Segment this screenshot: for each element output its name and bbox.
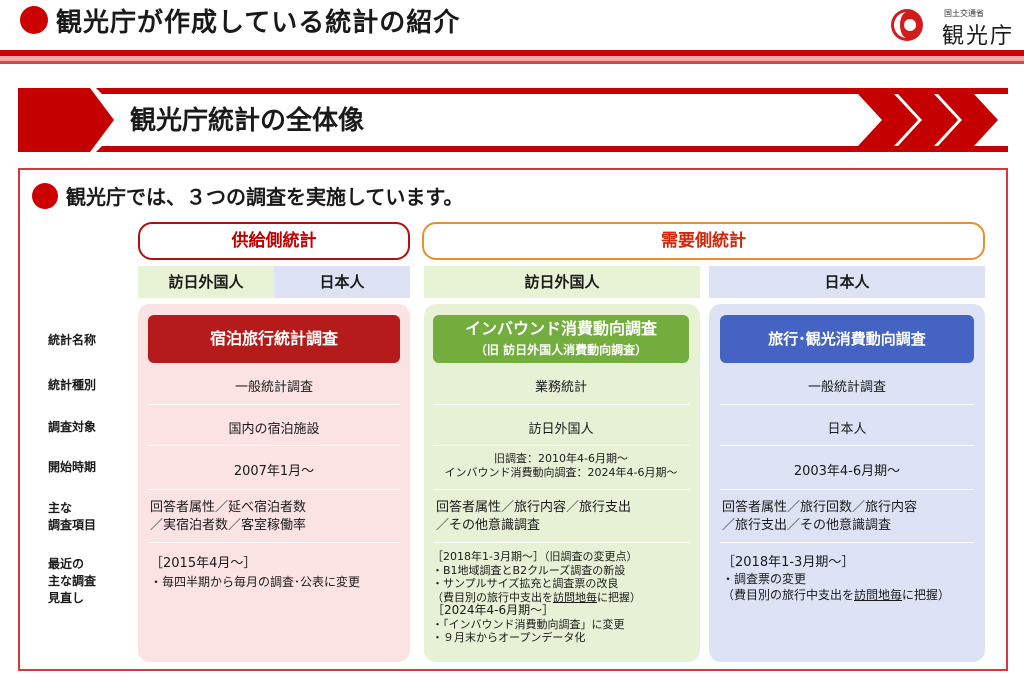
row-label-items-line: 主な: [48, 501, 73, 515]
review-text: に把握）: [597, 590, 641, 604]
supply-statistics-label: 供給側統計: [138, 222, 410, 260]
survey-name-inbound-former: （旧 訪日外国人消費動向調査）: [474, 343, 648, 357]
survey-review-line: ・サンプルサイズ拡充と調査票の改良: [432, 577, 619, 590]
row-label-items-line: 調査項目: [48, 518, 97, 532]
row-label-review-line: 最近の: [48, 557, 85, 571]
survey-start: 旧調査：2010年4-6月期～ インバウンド消費動向調査：2024年4-6月期～: [428, 452, 694, 480]
section-bullet: [32, 183, 58, 209]
row-label-type: 統計種別: [48, 378, 97, 392]
survey-review-line: ・B1地域調査とB2クルーズ調査の新設: [432, 563, 626, 577]
survey-items-line: ／実宿泊者数／客室稼働率: [150, 518, 307, 533]
row-divider: [433, 542, 689, 543]
row-divider: [148, 489, 400, 490]
review-text: （費目別の旅行中支出を: [432, 590, 553, 604]
survey-review-line: ［2018年1-3月期～］: [722, 555, 855, 570]
survey-review-line: （費目別の旅行中支出を訪問地毎に把握）: [432, 591, 696, 605]
row-label-name: 統計名称: [48, 333, 97, 347]
survey-review-line: ［2024年4-6月期～］: [432, 603, 555, 617]
survey-items-line: 回答者属性／旅行回数／旅行内容: [722, 500, 918, 515]
row-divider: [720, 542, 974, 543]
survey-items: 回答者属性／旅行内容／旅行支出 ／その他意識調査: [436, 499, 696, 535]
review-text-underlined: 訪問地毎: [553, 590, 597, 604]
row-divider: [720, 489, 974, 490]
row-label-review-line: 主な調査: [48, 574, 97, 588]
survey-target: 日本人: [827, 422, 867, 437]
subheader-inbound: 訪日外国人: [138, 266, 274, 298]
row-label-review-line: 見直し: [48, 591, 85, 605]
survey-review-line: ・９月末からオープンデータ化: [432, 631, 586, 644]
review-text-underlined: 訪問地毎: [854, 588, 903, 602]
row-label-items: 主な 調査項目: [48, 500, 96, 534]
page-title: 観光庁が作成している統計の紹介: [56, 8, 461, 38]
subheader-inbound: 訪日外国人: [424, 266, 700, 298]
survey-review-line: （費目別の旅行中支出を訪問地毎に把握）: [722, 587, 980, 603]
jta-logo-icon: [891, 9, 923, 41]
row-label-start: 開始時期: [48, 460, 97, 474]
row-divider: [433, 445, 689, 446]
survey-review: ［2018年1-3月期～］（旧調査の変更点） ・B1地域調査とB2クルーズ調査の…: [432, 550, 696, 645]
row-divider: [720, 404, 974, 405]
header-divider: [0, 61, 1024, 64]
survey-review-line: ［2018年1-3月期～］（旧調査の変更点）: [432, 550, 638, 563]
survey-items: 回答者属性／延べ宿泊者数 ／実宿泊者数／客室稼働率: [150, 499, 406, 535]
survey-review-line: ・毎四半期から毎月の調査･公表に変更: [150, 575, 361, 589]
survey-target: 訪日外国人: [528, 422, 594, 437]
section-title: 観光庁では、３つの調査を実施しています。: [66, 185, 464, 209]
logo-agency-text: 観光庁: [942, 24, 1015, 49]
subheader-japanese: 日本人: [709, 266, 985, 298]
banner-title: 観光庁統計の全体像: [130, 106, 365, 136]
survey-target: 国内の宿泊施設: [228, 422, 320, 437]
subheader-japanese: 日本人: [274, 266, 410, 298]
survey-items-line: ／その他意識調査: [436, 518, 541, 533]
demand-statistics-label: 需要側統計: [422, 222, 985, 260]
survey-start: 2003年4-6月期～: [793, 464, 901, 479]
survey-name-domestic: 旅行･観光消費動向調査: [720, 315, 974, 363]
row-divider: [148, 445, 400, 446]
row-label-review: 最近の 主な調査 見直し: [48, 556, 96, 607]
survey-review-line: ・「インバウンド消費動向調査」に変更: [432, 617, 625, 631]
survey-review: ［2018年1-3月期～］ ・調査票の変更 （費目別の旅行中支出を訪問地毎に把握…: [722, 555, 980, 603]
survey-review: ［2015年4月～］ ・毎四半期から毎月の調査･公表に変更: [150, 555, 406, 591]
review-text: （費目別の旅行中支出を: [722, 588, 855, 602]
survey-items: 回答者属性／旅行回数／旅行内容 ／旅行支出／その他意識調査: [722, 499, 980, 535]
survey-items-line: 回答者属性／旅行内容／旅行支出: [436, 500, 632, 515]
row-divider: [433, 489, 689, 490]
survey-start: 2007年1月～: [233, 464, 315, 479]
title-bullet: [20, 6, 48, 34]
survey-start-line: インバウンド消費動向調査：2024年4-6月期～: [444, 466, 678, 479]
survey-start-line: 旧調査：2010年4-6月期～: [494, 452, 628, 465]
survey-type: 一般統計調査: [807, 380, 886, 395]
review-text: に把握）: [902, 588, 951, 602]
survey-review-line: ・調査票の変更: [722, 572, 807, 586]
survey-review-line: ［2015年4月～］: [150, 556, 257, 571]
survey-name-inbound: インバウンド消費動向調査 （旧 訪日外国人消費動向調査）: [433, 315, 689, 363]
row-divider: [720, 445, 974, 446]
row-divider: [148, 404, 400, 405]
survey-items-line: 回答者属性／延べ宿泊者数: [150, 500, 307, 515]
row-divider: [148, 542, 400, 543]
survey-name-accommodation: 宿泊旅行統計調査: [148, 315, 400, 363]
survey-name-inbound-main: インバウンド消費動向調査: [464, 319, 657, 338]
row-divider: [433, 404, 689, 405]
row-label-target: 調査対象: [48, 420, 97, 434]
survey-items-line: ／旅行支出／その他意識調査: [722, 518, 892, 533]
survey-type: 業務統計: [534, 380, 587, 395]
survey-type: 一般統計調査: [234, 380, 313, 395]
